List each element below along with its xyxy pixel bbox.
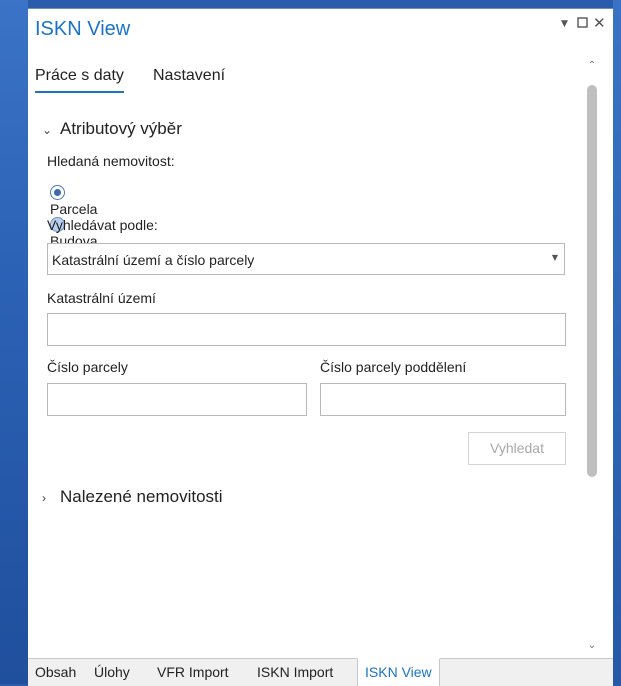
tab-nastaveni[interactable]: Nastavení [153, 67, 225, 85]
chevron-down-icon: ⌄ [42, 123, 53, 137]
search-by-value: Katastrální území a číslo parcely [52, 252, 255, 268]
dropdown-arrow-icon: ▼ [551, 253, 558, 262]
scroll-down-icon[interactable]: ⌄ [585, 639, 599, 653]
radio-parcela-label: Parcela [50, 201, 98, 217]
desktop-background-left [0, 0, 28, 684]
attribute-section-title: Atributový výběr [60, 119, 182, 138]
search-by-label: Vyhledávat podle: [47, 217, 158, 233]
cadastral-area-label: Katastrální území [47, 290, 156, 306]
cadastral-area-input[interactable] [47, 313, 566, 346]
scroll-up-icon[interactable]: ⌃ [585, 59, 599, 73]
parcel-subdivision-input[interactable] [320, 383, 566, 416]
bottom-tab-iskn-view[interactable]: ISKN View [357, 658, 440, 686]
search-by-select[interactable]: Katastrální území a číslo parcely ▼ [47, 243, 565, 275]
bottom-tab-obsah[interactable]: Obsah [35, 659, 76, 686]
bottom-tab-iskn-import[interactable]: ISKN Import [257, 659, 333, 686]
property-type-label: Hledaná nemovitost: [47, 153, 175, 169]
bottom-tab-ulohy[interactable]: Úlohy [94, 659, 130, 686]
bottom-tab-vfr-import[interactable]: VFR Import [157, 659, 229, 686]
radio-checked-icon [50, 185, 65, 200]
bottom-tab-strip: Obsah Úlohy VFR Import ISKN Import ISKN … [28, 658, 613, 686]
iskn-view-pane: ISKN View ▼ ✕ Práce s daty Nastavení ⌄ At… [28, 8, 613, 686]
maximize-icon-glyph [577, 17, 588, 28]
close-icon[interactable]: ✕ [593, 14, 606, 32]
vertical-scrollbar[interactable]: ⌃ ⌄ [585, 57, 599, 657]
found-properties-header[interactable]: › Nalezené nemovitosti [42, 487, 223, 507]
pane-title: ISKN View [35, 18, 131, 40]
attribute-section-header[interactable]: ⌄ Atributový výběr [42, 119, 182, 139]
parcel-number-input[interactable] [47, 383, 307, 416]
parcel-number-label: Číslo parcely [47, 359, 128, 375]
parcel-subdivision-label: Číslo parcely poddělení [320, 359, 467, 375]
scrollbar-thumb[interactable] [587, 85, 597, 477]
tab-prace-s-daty[interactable]: Práce s daty [35, 67, 124, 93]
pane-titlebar: ISKN View ▼ ✕ [28, 9, 613, 49]
found-properties-title: Nalezené nemovitosti [60, 487, 223, 506]
maximize-icon[interactable] [577, 17, 588, 32]
chevron-down-icon[interactable]: ▼ [561, 19, 568, 29]
desktop-background-right [613, 0, 621, 684]
search-button[interactable]: Vyhledat [468, 432, 566, 465]
chevron-right-icon: › [42, 491, 46, 505]
radio-parcela[interactable]: Parcela [50, 185, 97, 217]
